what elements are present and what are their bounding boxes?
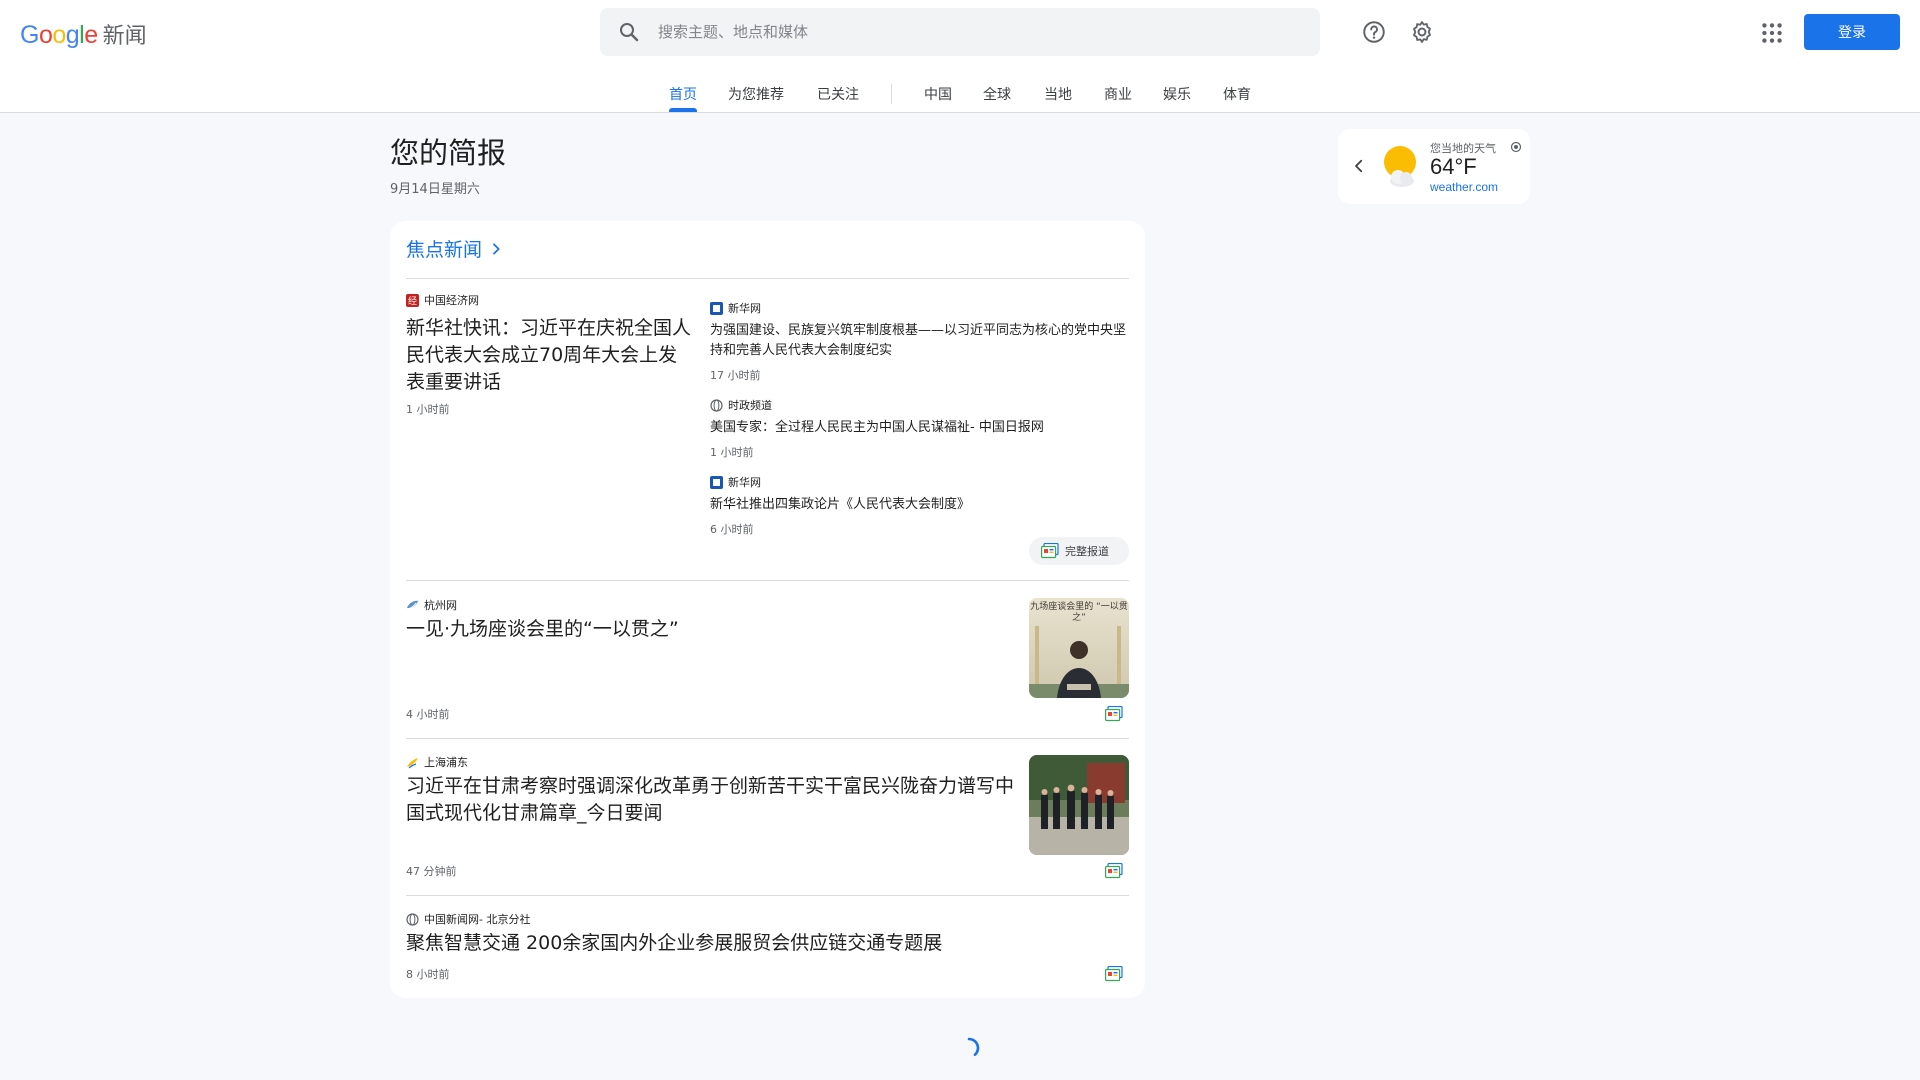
divider: [406, 738, 1129, 739]
related-story-title[interactable]: 为强国建设、民族复兴筑牢制度根基——以习近平同志为核心的党中央坚持和完善人民代表…: [710, 321, 1130, 361]
story-time: 47 分钟前: [406, 865, 457, 878]
tab-china[interactable]: 中国: [924, 84, 952, 104]
top-stories-heading[interactable]: 焦点新闻: [406, 235, 504, 262]
source-favicon-icon: [407, 757, 418, 768]
svg-text:经: 经: [408, 295, 417, 307]
full-coverage-icon[interactable]: [1105, 966, 1123, 982]
related-story-title[interactable]: 美国专家：全过程人民民主为中国人民谋福祉- 中国日报网: [710, 418, 1130, 438]
source-label[interactable]: 时政频道: [710, 397, 772, 413]
story-thumbnail[interactable]: [1029, 755, 1129, 855]
story-time: 8 小时前: [406, 968, 450, 981]
full-coverage-button[interactable]: 完整报道: [1029, 537, 1129, 565]
source-name: 时政频道: [728, 399, 772, 412]
source-favicon-icon: [407, 600, 418, 609]
chevron-right-icon: [493, 242, 500, 255]
search-bar[interactable]: [600, 8, 1320, 56]
story-thumbnail[interactable]: 九场座谈会里的 “一以贯之”: [1029, 598, 1129, 698]
divider: [406, 278, 1129, 279]
source-label[interactable]: 新华网: [710, 300, 761, 316]
source-favicon-icon: 经: [406, 293, 419, 307]
related-story-time: 6 小时前: [710, 523, 754, 536]
lead-story-title[interactable]: 新华社快讯：习近平在庆祝全国人民代表大会成立70周年大会上发表重要讲话: [406, 315, 696, 396]
tab-following[interactable]: 已关注: [817, 84, 859, 104]
source-label[interactable]: 经 中国经济网: [406, 292, 479, 308]
divider: [406, 580, 1129, 581]
search-input[interactable]: [658, 23, 1258, 41]
weather-temperature: 64°F: [1430, 154, 1477, 179]
lead-story-time: 1 小时前: [406, 403, 450, 416]
weather-source-link[interactable]: weather.com: [1430, 180, 1498, 194]
tab-business[interactable]: 商业: [1104, 84, 1132, 104]
source-name: 杭州网: [424, 599, 457, 612]
source-name: 上海浦东: [424, 756, 468, 769]
full-coverage-label: 完整报道: [1065, 545, 1109, 558]
related-story-title[interactable]: 新华社推出四集政论片《人民代表大会制度》: [710, 495, 1130, 515]
source-label[interactable]: 杭州网: [406, 597, 457, 613]
loading-spinner-icon: [967, 1037, 980, 1056]
tab-for-you[interactable]: 为您推荐: [728, 84, 784, 104]
google-news-logo[interactable]: Google 新闻: [20, 18, 147, 50]
source-name: 新华网: [728, 476, 761, 489]
gear-icon[interactable]: [1409, 19, 1435, 45]
story-title[interactable]: 聚焦智慧交通 200余家国内外企业参展服贸会供应链交通专题展: [406, 930, 1106, 957]
source-name: 新华网: [728, 302, 761, 315]
active-tab-indicator: [669, 108, 697, 112]
top-stories-heading-text: 焦点新闻: [406, 239, 483, 261]
tab-world[interactable]: 全球: [983, 84, 1011, 104]
story-time: 4 小时前: [406, 708, 450, 721]
location-icon: [1510, 141, 1522, 153]
nav-divider: [891, 84, 892, 104]
tab-home[interactable]: 首页: [669, 84, 697, 104]
divider: [406, 895, 1129, 896]
full-coverage-icon[interactable]: [1105, 706, 1123, 722]
search-icon[interactable]: [617, 20, 641, 44]
thumbnail-caption: 九场座谈会里的 “一以贯之”: [1030, 602, 1128, 623]
globe-icon: [710, 398, 723, 412]
globe-icon: [406, 912, 419, 926]
story-title[interactable]: 一见·九场座谈会里的“一以贯之”: [406, 616, 1016, 643]
source-favicon-icon: [710, 301, 723, 315]
apps-icon[interactable]: [1759, 20, 1785, 46]
tab-sports[interactable]: 体育: [1223, 84, 1251, 104]
briefing-date: 9月14日星期六: [390, 182, 480, 197]
source-label[interactable]: 新华网: [710, 474, 761, 490]
top-stories-card: 焦点新闻 经 中国经济网 新华社快讯：习近平在庆祝全国人民代表大会成立70周年大…: [390, 221, 1145, 998]
page-title: 您的简报: [390, 136, 507, 170]
weather-sun-icon: [1384, 146, 1416, 187]
full-coverage-icon: [1041, 543, 1059, 559]
source-name: 中国新闻网- 北京分社: [424, 913, 531, 926]
tab-local[interactable]: 当地: [1044, 84, 1072, 104]
related-story-time: 1 小时前: [710, 446, 754, 459]
source-name: 中国经济网: [424, 294, 479, 307]
top-header: Google 新闻 登录 首页 为您推荐 已关注 中国 全球 当地 商业 娱乐 …: [0, 0, 1920, 113]
source-label[interactable]: 中国新闻网- 北京分社: [406, 911, 530, 927]
login-button[interactable]: 登录: [1804, 14, 1900, 50]
google-wordmark: Google: [20, 21, 98, 49]
story-thumbnail-image: [1029, 755, 1129, 855]
story-title[interactable]: 习近平在甘肃考察时强调深化改革勇于创新苦干实干富民兴陇奋力谱写中国式现代化甘肃篇…: [406, 773, 1016, 827]
source-favicon-icon: [710, 475, 723, 489]
source-label[interactable]: 上海浦东: [406, 754, 468, 770]
tab-entertainment[interactable]: 娱乐: [1163, 84, 1191, 104]
weather-widget[interactable]: 您当地的天气 64°F weather.com: [1338, 129, 1530, 204]
help-icon[interactable]: [1361, 19, 1387, 45]
full-coverage-icon[interactable]: [1105, 863, 1123, 879]
logo-suffix: 新闻: [102, 24, 147, 49]
related-story-time: 17 小时前: [710, 369, 761, 382]
section-nav: 首页 为您推荐 已关注 中国 全球 当地 商业 娱乐 体育: [0, 84, 1920, 112]
chevron-left-icon[interactable]: [1350, 157, 1368, 175]
